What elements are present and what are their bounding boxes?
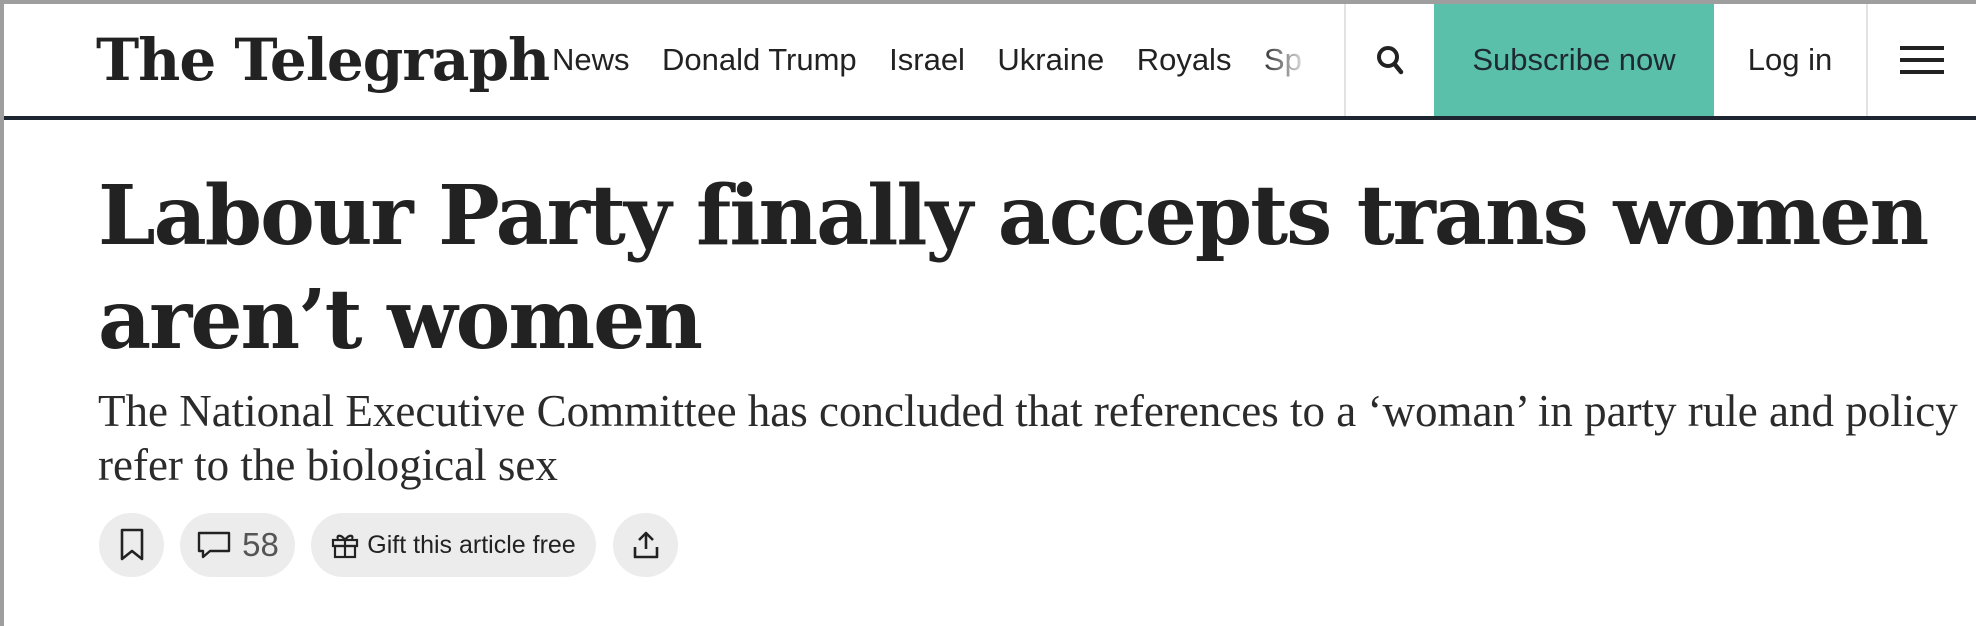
login-button[interactable]: Log in <box>1714 4 1866 116</box>
bookmark-icon <box>120 528 143 561</box>
nav-item-royals[interactable]: Royals <box>1137 30 1232 90</box>
gift-article-button[interactable]: Gift this article free <box>311 513 596 577</box>
subscribe-label: Subscribe now <box>1472 42 1676 77</box>
search-button[interactable] <box>1346 4 1434 116</box>
share-icon <box>633 531 658 559</box>
main-nav: News Donald Trump Israel Ukraine Royals … <box>552 30 1320 90</box>
comment-icon <box>197 531 231 559</box>
gift-article-label: Gift this article free <box>367 530 576 559</box>
nav-item-news[interactable]: News <box>552 30 630 90</box>
share-button[interactable] <box>613 513 678 577</box>
login-label: Log in <box>1747 42 1833 77</box>
nav-item-israel[interactable]: Israel <box>889 30 965 90</box>
header-rule <box>4 116 1976 120</box>
article-headline: Labour Party finally accepts trans women… <box>98 168 1929 368</box>
subscribe-button[interactable]: Subscribe now <box>1434 4 1714 116</box>
hamburger-menu-icon <box>1900 46 1944 74</box>
nav-item-ukraine[interactable]: Ukraine <box>997 30 1104 90</box>
bookmark-button[interactable] <box>99 513 164 577</box>
search-icon <box>1377 46 1404 75</box>
comment-count: 58 <box>242 526 279 563</box>
article-standfirst: The National Executive Committee has con… <box>98 386 1958 490</box>
telegraph-logo[interactable]: The Telegraph <box>96 20 550 100</box>
nav-fade-overlay <box>1260 30 1320 90</box>
nav-item-donald-trump[interactable]: Donald Trump <box>662 30 857 90</box>
menu-button[interactable] <box>1868 4 1976 116</box>
comments-button[interactable]: 58 <box>180 513 295 577</box>
gift-icon <box>332 534 359 559</box>
